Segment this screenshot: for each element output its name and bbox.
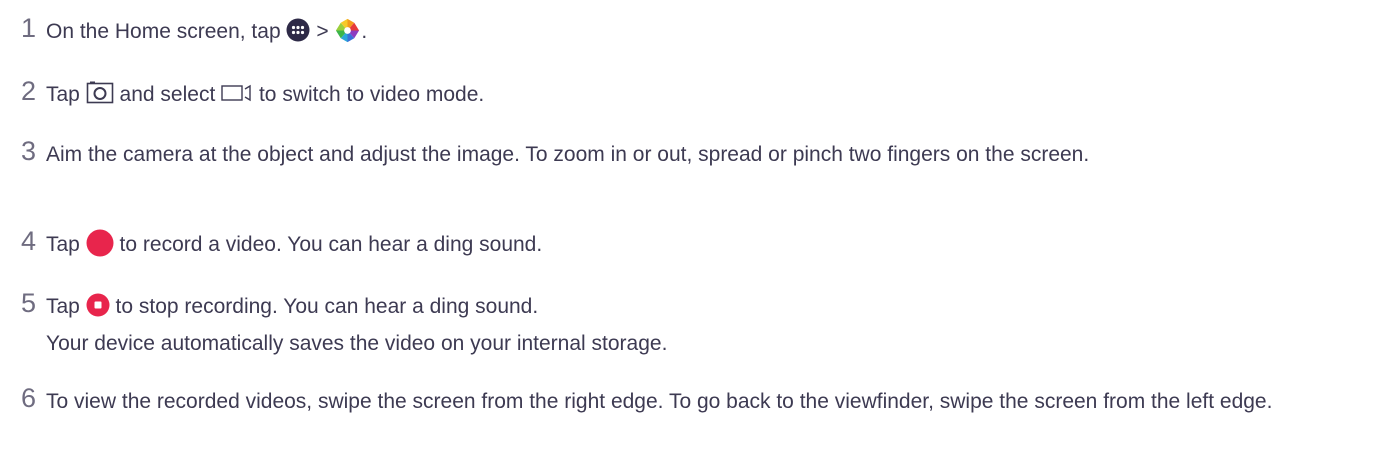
step-text: to stop recording. You can hear a ding s… xyxy=(115,295,539,318)
step-text: Tap xyxy=(46,233,80,256)
step-1-text: On the Home screen, tap > . xyxy=(46,17,367,47)
record-button-icon xyxy=(86,229,114,257)
video-steps-list: 1 On the Home screen, tap > . 2 Tap and … xyxy=(0,0,1375,465)
stop-button-icon xyxy=(86,293,110,317)
camera-mode-icon xyxy=(86,81,114,105)
step-text: On the Home screen, tap xyxy=(46,20,281,43)
step-number: 1 xyxy=(21,13,37,43)
step-text: Tap xyxy=(46,295,80,318)
step-4-text: Tap to record a video. You can hear a di… xyxy=(46,229,543,260)
step-text: To view the recorded videos, swipe the s… xyxy=(46,390,1273,413)
step-number: 2 xyxy=(21,76,37,106)
step-number: 4 xyxy=(21,226,37,256)
step-2-text: Tap and select to switch to video mode. xyxy=(46,80,484,110)
step-text: Tap xyxy=(46,83,80,106)
video-mode-icon xyxy=(221,83,253,103)
step-text: > xyxy=(316,20,329,43)
step-text: to record a video. You can hear a ding s… xyxy=(119,233,543,256)
gallery-aperture-icon xyxy=(334,17,361,44)
step-5-text: Tap to stop recording. You can hear a di… xyxy=(46,292,538,322)
step-text: Aim the camera at the object and adjust … xyxy=(46,143,1090,166)
step-note: Your device automatically saves the vide… xyxy=(46,332,668,355)
step-text: . xyxy=(361,20,368,43)
step-number: 5 xyxy=(21,288,37,318)
step-number: 6 xyxy=(21,383,37,413)
step-text: to switch to video mode. xyxy=(258,83,485,106)
apps-grid-icon xyxy=(286,18,310,42)
step-number: 3 xyxy=(21,136,37,166)
step-text: and select xyxy=(119,83,216,106)
